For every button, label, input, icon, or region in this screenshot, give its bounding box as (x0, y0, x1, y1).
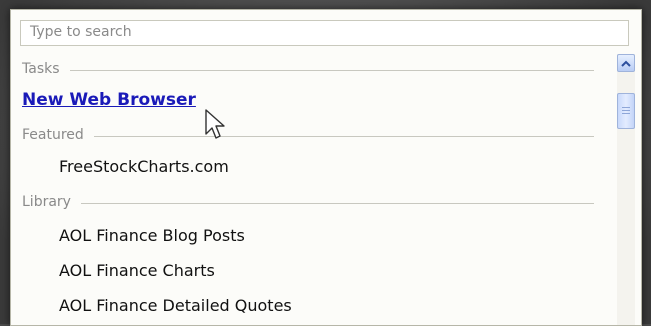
list-item-freestockcharts[interactable]: FreeStockCharts.com (59, 157, 229, 176)
group-header-label: Tasks (22, 61, 60, 77)
group-header-label: Featured (22, 127, 84, 143)
group-header-label: Library (22, 194, 71, 210)
mouse-pointer-icon (205, 109, 225, 139)
group-divider (80, 202, 594, 204)
group-header-featured: Featured (22, 125, 594, 145)
group-divider (93, 135, 594, 137)
grip-icon (622, 106, 630, 116)
group-divider (69, 69, 594, 71)
search-placeholder: Type to search (30, 24, 132, 40)
chevron-up-icon[interactable] (617, 54, 635, 72)
group-header-library: Library (22, 192, 594, 212)
new-web-browser-link[interactable]: New Web Browser (22, 90, 196, 110)
search-input[interactable]: Type to search (20, 20, 629, 46)
group-header-tasks: Tasks (22, 59, 594, 79)
list-item-aol-blog-posts[interactable]: AOL Finance Blog Posts (59, 226, 245, 245)
results-list: Tasks New Web Browser Featured FreeStock… (11, 50, 606, 325)
list-item-aol-charts[interactable]: AOL Finance Charts (59, 261, 215, 280)
launcher-panel: Type to search Tasks New Web Browser Fea… (10, 9, 642, 326)
scroll-thumb[interactable] (617, 93, 635, 129)
vertical-scrollbar[interactable] (617, 54, 635, 325)
list-item-aol-detailed-quotes[interactable]: AOL Finance Detailed Quotes (59, 296, 292, 315)
